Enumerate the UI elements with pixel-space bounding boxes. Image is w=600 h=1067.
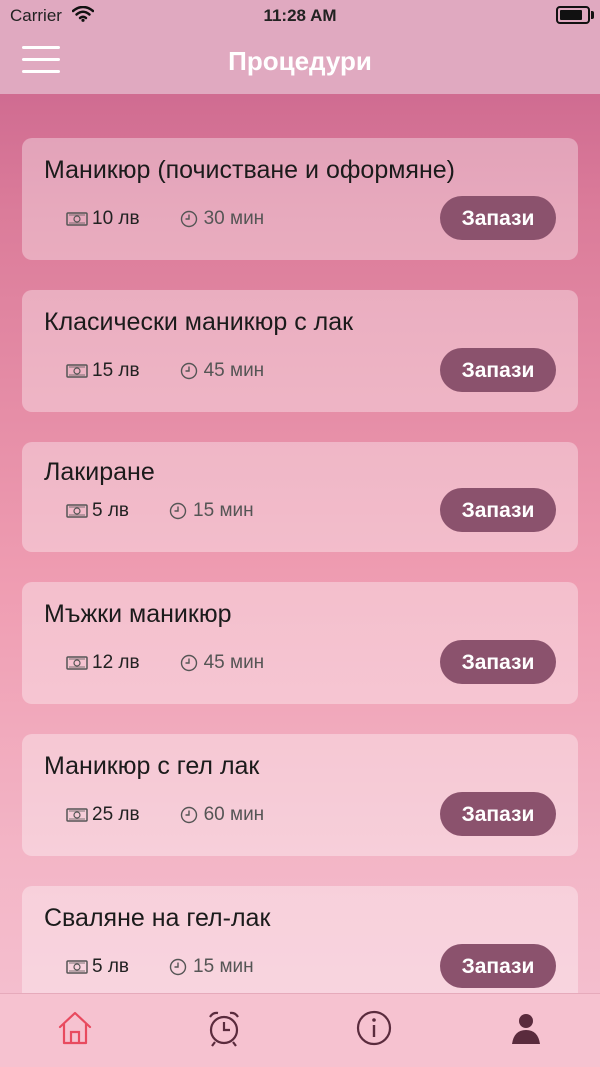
status-time: 11:28 AM	[263, 6, 337, 25]
clock-icon	[169, 958, 187, 976]
header: Carrier 11:28 AM Процедури	[0, 0, 600, 94]
profile-icon[interactable]	[506, 1008, 546, 1048]
book-button[interactable]: Запази	[440, 196, 556, 240]
book-button[interactable]: Запази	[440, 640, 556, 684]
procedure-title: Сваляне на гел-лак	[44, 904, 271, 932]
clock-icon	[180, 210, 197, 228]
money-icon	[66, 364, 88, 378]
procedure-duration: 15 мин	[193, 956, 254, 977]
procedure-card: Лакиране 5 лв 15 мин Запази	[22, 442, 578, 552]
procedure-meta: 5 лв 15 мин	[66, 956, 254, 978]
procedure-card: Класически маникюр с лак 15 лв 45 мин За…	[22, 290, 578, 412]
procedure-price: 12 лв	[92, 652, 140, 673]
procedure-duration: 45 мин	[203, 360, 265, 381]
procedure-price: 15 лв	[92, 360, 140, 381]
procedure-price: 25 лв	[92, 804, 140, 825]
procedures-list[interactable]: Маникюр (почистване и оформяне) 10 лв 30…	[0, 94, 600, 994]
tab-bar	[0, 993, 600, 1067]
clock-icon	[180, 362, 197, 380]
procedure-title: Маникюр (почистване и оформяне)	[44, 156, 455, 184]
procedure-card: Маникюр с гел лак 25 лв 60 мин Запази	[22, 734, 578, 856]
nav-bar: Процедури	[0, 32, 600, 94]
money-icon	[66, 656, 88, 670]
money-icon	[66, 960, 88, 974]
book-button[interactable]: Запази	[440, 488, 556, 532]
procedure-title: Класически маникюр с лак	[44, 308, 354, 336]
procedure-meta: 25 лв 60 мин	[66, 804, 264, 826]
info-icon[interactable]	[354, 1008, 394, 1048]
clock-icon	[180, 654, 197, 672]
procedure-title: Мъжки маникюр	[44, 600, 232, 628]
procedure-card: Мъжки маникюр 12 лв 45 мин Запази	[22, 582, 578, 704]
procedure-card: Маникюр (почистване и оформяне) 10 лв 30…	[22, 138, 578, 260]
book-button[interactable]: Запази	[440, 348, 556, 392]
procedure-meta: 15 лв 45 мин	[66, 360, 264, 382]
procedure-price: 5 лв	[92, 956, 130, 977]
clock-icon	[169, 502, 187, 520]
procedure-meta: 5 лв 15 мин	[66, 500, 254, 522]
battery-icon	[556, 6, 594, 24]
procedure-duration: 15 мин	[193, 500, 254, 521]
book-button[interactable]: Запази	[440, 792, 556, 836]
page-title: Процедури	[228, 46, 372, 76]
book-button[interactable]: Запази	[440, 944, 556, 988]
status-bar: Carrier 11:28 AM	[0, 0, 600, 32]
procedure-card: Сваляне на гел-лак 5 лв 15 мин Запази	[22, 886, 578, 994]
procedure-duration: 45 мин	[203, 652, 265, 673]
home-icon[interactable]	[55, 1008, 95, 1048]
procedure-meta: 10 лв 30 мин	[66, 208, 264, 230]
procedure-duration: 60 мин	[203, 804, 265, 825]
alarm-clock-icon[interactable]	[204, 1008, 244, 1048]
clock-icon	[180, 806, 197, 824]
procedure-title: Лакиране	[44, 458, 155, 486]
money-icon	[66, 504, 88, 518]
procedure-title: Маникюр с гел лак	[44, 752, 260, 780]
procedure-price: 10 лв	[92, 208, 140, 229]
procedure-duration: 30 мин	[203, 208, 265, 229]
procedure-meta: 12 лв 45 мин	[66, 652, 264, 674]
procedure-price: 5 лв	[92, 500, 130, 521]
money-icon	[66, 212, 88, 226]
money-icon	[66, 808, 88, 822]
